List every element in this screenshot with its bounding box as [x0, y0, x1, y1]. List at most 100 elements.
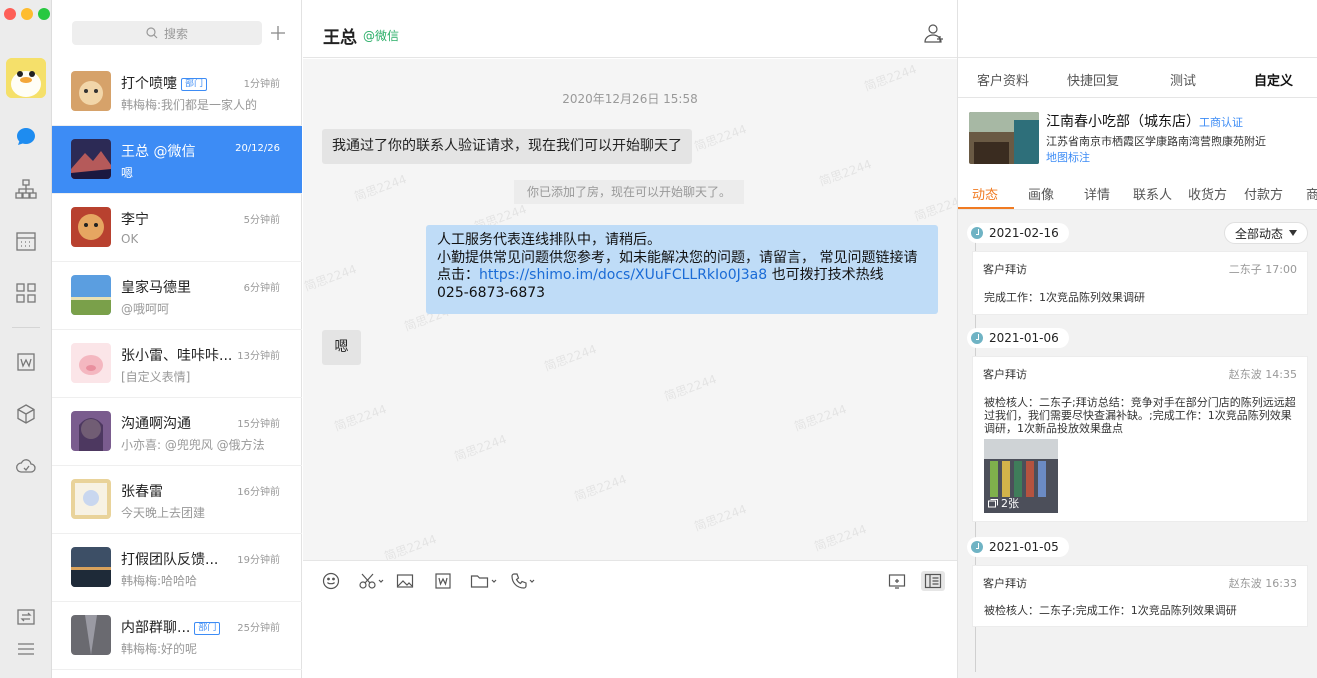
file-button[interactable]: [470, 571, 498, 591]
watermark: 简思2244: [817, 157, 874, 189]
avatar: [71, 207, 111, 247]
search-placeholder: 搜索: [163, 26, 188, 41]
menu-icon[interactable]: [12, 635, 40, 663]
activity-body: 完成工作：1次竞品陈列效果调研: [984, 291, 1145, 304]
tab-portrait[interactable]: 画像: [1028, 184, 1054, 203]
department-badge: 部门: [194, 622, 221, 635]
department-badge: 部门: [181, 78, 208, 91]
conversation-item[interactable]: 沟通啊沟通 15分钟前 小亦喜: @兜兜风 @俄方法: [52, 398, 302, 466]
tab-payer[interactable]: 付款方: [1244, 184, 1283, 203]
word-doc-icon[interactable]: [12, 348, 40, 376]
avatar: [71, 71, 111, 111]
conversation-item-active[interactable]: 王总 @微信 20/12/26 嗯: [52, 126, 302, 194]
tab-test[interactable]: 测试: [1170, 70, 1196, 89]
conversation-item[interactable]: 张小雷、哇咔咔... 13分钟前 [自定义表情]: [52, 330, 302, 398]
chat-header: 王总 @微信: [303, 0, 957, 58]
screen-share-button[interactable]: [888, 571, 906, 591]
activity-filter-dropdown[interactable]: 全部动态: [1224, 222, 1308, 244]
watermark: 简思2244: [692, 502, 749, 534]
activity-meta: 赵东波 14:35: [1228, 368, 1297, 381]
activity-body: 被检核人：二东子;完成工作：1次竞品陈列效果调研: [984, 604, 1237, 617]
screenshot-button[interactable]: [359, 571, 385, 591]
window-minimize-button[interactable]: [21, 8, 33, 20]
activity-card[interactable]: 客户拜访 赵东波 14:35 被检核人：二东子;拜访总结：竞争对手在部分门店的陈…: [972, 356, 1308, 522]
conversation-time: 19分钟前: [237, 555, 280, 566]
business-cert-link[interactable]: 工商认证: [1199, 114, 1243, 130]
conversation-list: 打个喷嚏 部门 1分钟前 韩梅梅:我们都是一家人的 王总 @微信 20/12/26…: [52, 58, 302, 670]
message-list[interactable]: 简思2244 简思2244 简思2244 简思2244 简思2244 简思224…: [303, 59, 957, 560]
incoming-message[interactable]: 嗯: [322, 330, 361, 365]
tab-contacts[interactable]: 联系人: [1133, 184, 1172, 203]
conversation-time: 16分钟前: [237, 487, 280, 498]
activity-card[interactable]: 客户拜访 二东子 17:00 完成工作：1次竞品陈列效果调研: [972, 251, 1308, 315]
conversation-item[interactable]: 皇家马德里 6分钟前 @哦呵呵: [52, 262, 302, 330]
timeline-date: 2021-01-05: [967, 537, 1069, 557]
search-icon: [146, 27, 158, 39]
org-chart-icon[interactable]: [12, 175, 40, 203]
tab-custom[interactable]: 自定义: [1254, 70, 1293, 89]
activity-meta: 赵东波 16:33: [1228, 577, 1297, 590]
message-link[interactable]: https://shimo.im/docs/XUuFCLLRkIo0J3a8: [479, 267, 767, 283]
clock-icon: [971, 541, 983, 553]
switch-icon[interactable]: [12, 603, 40, 631]
tab-activity[interactable]: 动态: [972, 184, 998, 203]
conversation-item[interactable]: 打个喷嚏 部门 1分钟前 韩梅梅:我们都是一家人的: [52, 58, 302, 126]
conversation-name: 张小雷、哇咔咔...: [121, 348, 233, 364]
window-close-button[interactable]: [4, 8, 16, 20]
conversation-preview: 韩梅梅:好的呢: [121, 642, 198, 656]
folder-icon: [470, 575, 497, 588]
avatar: [71, 139, 111, 179]
outgoing-message[interactable]: 人工服务代表连线排队中，请稍后。 小勤提供常见问题供您参考，如未能解决您的问题，…: [426, 225, 938, 314]
watermark: 简思2244: [352, 172, 409, 204]
conversation-name: 内部群聊...: [121, 620, 191, 636]
conversation-item[interactable]: 打假团队反馈... 19分钟前 韩梅梅:哈哈哈: [52, 534, 302, 602]
watermark: 简思2244: [303, 262, 359, 294]
phone-icon: [511, 573, 535, 589]
avatar: [71, 479, 111, 519]
activity-photo[interactable]: 2张: [984, 439, 1058, 513]
conversation-item[interactable]: 李宁 5分钟前 OK: [52, 194, 302, 262]
tab-more[interactable]: 商: [1306, 184, 1317, 203]
sidebar-toggle-button[interactable]: [921, 571, 945, 591]
activity-title: 客户拜访: [983, 368, 1027, 381]
add-member-button[interactable]: [923, 22, 947, 46]
messages-icon[interactable]: [12, 123, 40, 151]
cube-icon[interactable]: [12, 400, 40, 428]
clock-icon: [971, 332, 983, 344]
incoming-message[interactable]: 我通过了你的联系人验证请求，现在我们可以开始聊天了: [322, 129, 692, 164]
avatar: [71, 275, 111, 315]
my-avatar[interactable]: [6, 58, 46, 98]
tab-consignee[interactable]: 收货方: [1188, 184, 1227, 203]
emoji-button[interactable]: [322, 571, 340, 591]
activity-card[interactable]: 客户拜访 赵东波 16:33 被检核人：二东子;完成工作：1次竞品陈列效果调研: [972, 565, 1308, 627]
chat-title: 王总: [323, 28, 357, 48]
timeline-date: 2021-01-06: [967, 328, 1069, 348]
conversation-item[interactable]: 内部群聊... 部门 25分钟前 韩梅梅:好的呢: [52, 602, 302, 670]
tab-details[interactable]: 详情: [1084, 184, 1110, 203]
watermark: 简思2244: [812, 522, 869, 554]
message-composer[interactable]: [303, 560, 957, 678]
image-button[interactable]: [396, 571, 414, 591]
conversation-time: 6分钟前: [243, 283, 280, 294]
tab-quick-reply[interactable]: 快捷回复: [1067, 70, 1119, 89]
map-mark-link[interactable]: 地图标注: [1046, 149, 1090, 165]
apps-grid-icon[interactable]: [12, 279, 40, 307]
window-zoom-button[interactable]: [38, 8, 50, 20]
add-button[interactable]: [266, 21, 290, 45]
tab-customer-profile[interactable]: 客户资料: [977, 70, 1029, 89]
panel-tabs: 客户资料 快捷回复 测试 自定义: [958, 58, 1317, 98]
avatar: [71, 547, 111, 587]
document-button[interactable]: [434, 571, 452, 591]
conversation-preview: [自定义表情]: [121, 370, 191, 384]
customer-card[interactable]: 江南春小吃部（城东店） 工商认证 江苏省南京市栖霞区学康路南湾营煦康苑附近 地图…: [958, 98, 1317, 174]
conversation-item[interactable]: 张春雷 16分钟前 今天晚上去团建: [52, 466, 302, 534]
active-tab-indicator: [958, 207, 1014, 209]
timeline-date: 2021-02-16: [967, 223, 1069, 243]
call-button[interactable]: [510, 571, 536, 591]
chat-source: @微信: [363, 29, 400, 43]
cloud-icon[interactable]: [12, 452, 40, 480]
add-user-icon: [924, 24, 943, 43]
search-input[interactable]: 搜索: [72, 21, 262, 45]
word-doc-icon: [435, 573, 451, 589]
calendar-icon[interactable]: [12, 227, 40, 255]
